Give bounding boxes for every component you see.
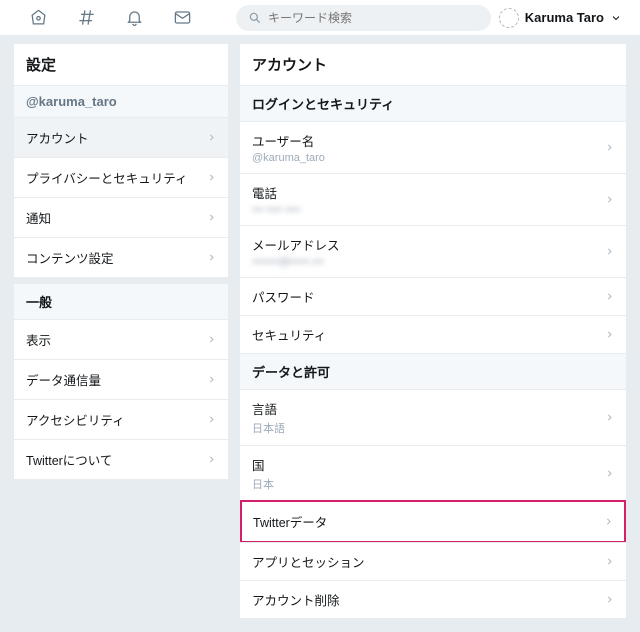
chevron-right-icon <box>207 251 216 264</box>
sidebar-item[interactable]: 表示 <box>14 319 228 359</box>
search-box[interactable] <box>236 5 491 31</box>
settings-row[interactable]: セキュリティ <box>240 315 626 353</box>
sidebar-item[interactable]: アカウント <box>14 117 228 157</box>
explore-icon[interactable] <box>76 8 96 28</box>
settings-sidebar: 設定 @karuma_taro アカウントプライバシーとセキュリティ通知コンテン… <box>14 44 228 624</box>
sidebar-item-label: アクセシビリティ <box>26 410 125 429</box>
settings-row-label: セキュリティ <box>252 325 326 344</box>
chevron-right-icon <box>207 333 216 346</box>
notifications-icon[interactable] <box>124 8 144 28</box>
avatar-placeholder-icon <box>499 8 519 28</box>
chevron-right-icon <box>604 515 613 528</box>
chevron-right-icon <box>605 141 614 154</box>
chevron-right-icon <box>605 593 614 606</box>
chevron-right-icon <box>605 245 614 258</box>
settings-row[interactable]: Twitterデータ <box>240 500 626 543</box>
settings-row[interactable]: ユーザー名 @karuma_taro <box>240 121 626 173</box>
settings-row[interactable]: 国日本 <box>240 445 626 501</box>
section-data-permissions: データと許可 <box>240 353 626 389</box>
settings-row-label: Twitterデータ <box>253 512 327 531</box>
sidebar-username: @karuma_taro <box>14 85 228 117</box>
chevron-right-icon <box>207 211 216 224</box>
sidebar-item-label: データ通信量 <box>26 370 101 389</box>
chevron-right-icon <box>605 290 614 303</box>
sidebar-item[interactable]: コンテンツ設定 <box>14 237 228 277</box>
chevron-right-icon <box>207 373 216 386</box>
settings-row-value: ••• •••• •••• <box>252 204 300 216</box>
settings-row-label: アカウント削除 <box>252 590 340 609</box>
settings-row-value: 日本 <box>252 476 274 492</box>
settings-row-value: @karuma_taro <box>252 152 325 164</box>
settings-row-label: ユーザー名 <box>252 131 325 150</box>
chevron-right-icon <box>605 411 614 424</box>
sidebar-item[interactable]: プライバシーとセキュリティ <box>14 157 228 197</box>
settings-row-label: 言語 <box>252 399 285 418</box>
settings-row-value: 日本語 <box>252 420 285 436</box>
settings-row-label: 電話 <box>252 183 300 202</box>
settings-row[interactable]: メールアドレス •••••••@•••••.••• <box>240 225 626 277</box>
settings-row[interactable]: 電話 ••• •••• •••• <box>240 173 626 225</box>
chevron-right-icon <box>207 413 216 426</box>
sidebar-item[interactable]: Twitterについて <box>14 439 228 479</box>
chevron-right-icon <box>207 453 216 466</box>
settings-row-label: アプリとセッション <box>252 552 365 571</box>
chevron-right-icon <box>605 555 614 568</box>
chevron-right-icon <box>207 131 216 144</box>
sidebar-title: 設定 <box>14 44 228 85</box>
messages-icon[interactable] <box>172 8 192 28</box>
sidebar-item[interactable]: アクセシビリティ <box>14 399 228 439</box>
sidebar-item-label: 通知 <box>26 208 51 227</box>
sidebar-item[interactable]: データ通信量 <box>14 359 228 399</box>
settings-row[interactable]: アプリとセッション <box>240 542 626 580</box>
sidebar-item-label: プライバシーとセキュリティ <box>26 168 188 187</box>
sidebar-item-label: Twitterについて <box>26 450 112 469</box>
settings-row[interactable]: 言語日本語 <box>240 389 626 445</box>
user-menu[interactable]: Karuma Taro <box>499 8 628 28</box>
home-icon[interactable] <box>28 8 48 28</box>
nav-icon-group <box>12 8 192 28</box>
chevron-right-icon <box>605 467 614 480</box>
search-icon <box>248 11 262 25</box>
sidebar-item-label: アカウント <box>26 128 89 147</box>
chevron-right-icon <box>605 328 614 341</box>
sidebar-item-label: 表示 <box>26 330 51 349</box>
content-area: 設定 @karuma_taro アカウントプライバシーとセキュリティ通知コンテン… <box>0 36 640 632</box>
sidebar-general-header: 一般 <box>14 283 228 319</box>
settings-row-label: 国 <box>252 455 274 474</box>
settings-row[interactable]: アカウント削除 <box>240 580 626 618</box>
section-login-security: ログインとセキュリティ <box>240 85 626 121</box>
settings-row-label: パスワード <box>252 287 315 306</box>
main-title: アカウント <box>240 44 626 85</box>
sidebar-item[interactable]: 通知 <box>14 197 228 237</box>
settings-row-value: •••••••@•••••.••• <box>252 256 340 268</box>
settings-row-label: メールアドレス <box>252 235 340 254</box>
user-display-name: Karuma Taro <box>525 10 604 25</box>
search-input[interactable] <box>268 11 479 25</box>
top-navbar: Karuma Taro <box>0 0 640 36</box>
chevron-right-icon <box>207 171 216 184</box>
chevron-down-icon <box>610 12 622 24</box>
settings-row[interactable]: パスワード <box>240 277 626 315</box>
main-panel: アカウント ログインとセキュリティ ユーザー名 @karuma_taro 電話 •••… <box>240 44 626 624</box>
sidebar-item-label: コンテンツ設定 <box>26 248 114 267</box>
chevron-right-icon <box>605 193 614 206</box>
